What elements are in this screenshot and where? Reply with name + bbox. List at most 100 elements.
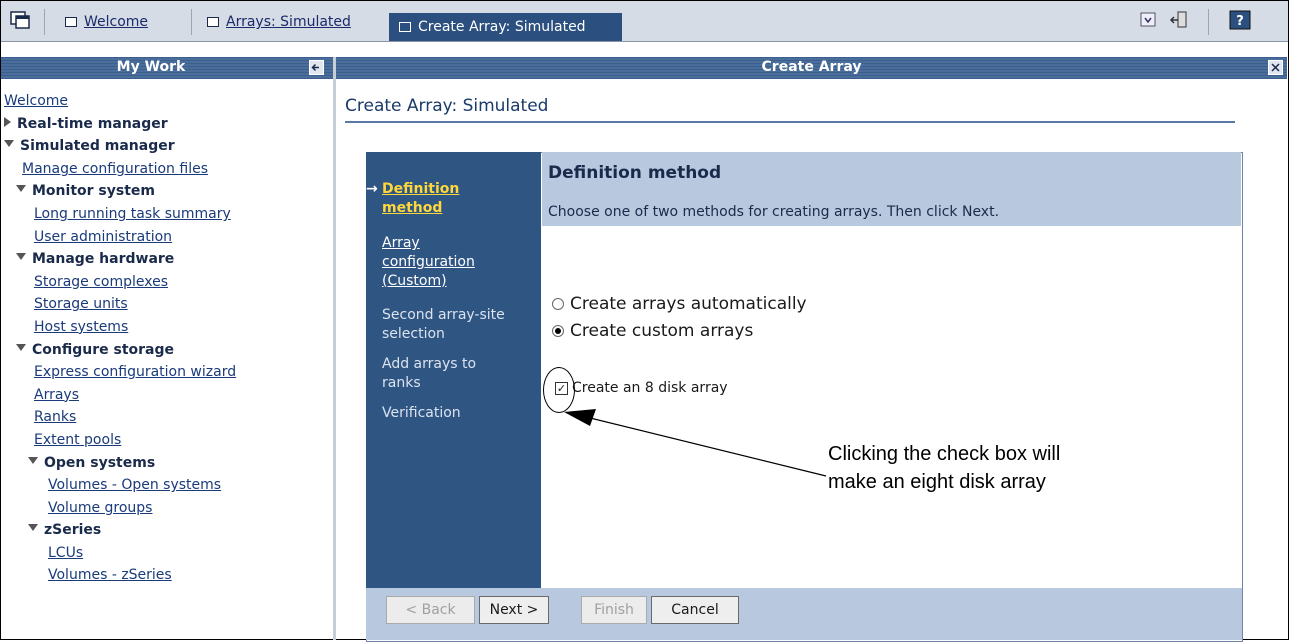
nav-link-volumes-open[interactable]: Volumes - Open systems (48, 477, 221, 493)
collapse-tree-icon[interactable] (28, 524, 38, 532)
nav-link-welcome[interactable]: Welcome (4, 93, 68, 109)
nav-link-storage-complexes[interactable]: Storage complexes (34, 274, 168, 290)
collapse-tree-icon[interactable] (16, 343, 26, 351)
nav-label-monitor[interactable]: Monitor system (32, 183, 155, 199)
nav-link-host-systems[interactable]: Host systems (34, 319, 128, 335)
step-definition-method[interactable]: → Definition method (366, 180, 522, 218)
radio-create-custom[interactable]: Create custom arrays (552, 321, 753, 341)
nav-link-storage-units[interactable]: Storage units (34, 296, 128, 312)
my-work-nav: Welcome Real-time manager Simulated mana… (4, 90, 329, 587)
nav-link-long-running[interactable]: Long running task summary (34, 206, 231, 222)
nav-item-manage-hw[interactable]: Manage hardware (4, 248, 329, 271)
page-icon (65, 17, 77, 27)
nav-item-user-admin[interactable]: User administration (4, 226, 329, 249)
portlet-icon[interactable] (1138, 10, 1160, 30)
nav-item-express-wizard[interactable]: Express configuration wizard (4, 361, 329, 384)
tab-arrays-simulated[interactable]: Arrays: Simulated (207, 5, 351, 39)
nav-link-lcus[interactable]: LCUs (48, 545, 83, 561)
create-array-title: Create Array (761, 59, 862, 75)
checkbox-8-disk-array[interactable]: ✓ Create an 8 disk array (555, 380, 728, 396)
nav-link-volumes-zseries[interactable]: Volumes - zSeries (48, 567, 172, 583)
page-icon (399, 22, 411, 32)
nav-item-monitor[interactable]: Monitor system (4, 180, 329, 203)
step-verification: Verification (382, 405, 461, 421)
nav-link-user-admin[interactable]: User administration (34, 229, 172, 245)
nav-item-volume-groups[interactable]: Volume groups (4, 497, 329, 520)
nav-link-extent-pools[interactable]: Extent pools (34, 432, 121, 448)
tab-separator (191, 9, 192, 35)
back-button[interactable]: < Back (386, 596, 475, 624)
step-array-configuration-link[interactable]: Array configuration (Custom) (382, 235, 475, 289)
nav-item-welcome[interactable]: Welcome (4, 90, 329, 113)
nav-item-configure-storage[interactable]: Configure storage (4, 339, 329, 362)
logout-icon[interactable] (1169, 10, 1191, 30)
expand-icon[interactable] (4, 116, 11, 127)
nav-label-manage-hw[interactable]: Manage hardware (32, 251, 174, 267)
wizard-steps: → Definition method Array configuration … (366, 152, 541, 588)
radio-button[interactable] (552, 298, 564, 310)
nav-item-simulated[interactable]: Simulated manager (4, 135, 329, 158)
tab-bar: Welcome Arrays: Simulated Create Array: … (1, 1, 1288, 42)
nav-item-open-systems[interactable]: Open systems (4, 452, 329, 475)
page-icon (207, 17, 219, 27)
callout-annotation: Clicking the check box will make an eigh… (828, 440, 1060, 496)
nav-link-arrays[interactable]: Arrays (34, 387, 79, 403)
nav-item-lcus[interactable]: LCUs (4, 542, 329, 565)
collapse-tree-icon[interactable] (4, 140, 14, 148)
nav-item-host-systems[interactable]: Host systems (4, 316, 329, 339)
nav-item-arrays[interactable]: Arrays (4, 384, 329, 407)
step-definition-method-link[interactable]: Definition method (382, 181, 459, 216)
nav-label-realtime[interactable]: Real-time manager (17, 116, 168, 132)
step-second-array-site: Second array-site selection (382, 307, 505, 342)
nav-link-volume-groups[interactable]: Volume groups (48, 500, 152, 516)
radio-create-automatically-label: Create arrays automatically (570, 294, 807, 314)
step-add-arrays-to-ranks: Add arrays to ranks (382, 356, 477, 391)
window-icon[interactable] (9, 10, 31, 30)
tab-arrays-simulated-label[interactable]: Arrays: Simulated (226, 14, 351, 30)
finish-button[interactable]: Finish (581, 596, 647, 624)
tab-welcome-label[interactable]: Welcome (84, 14, 148, 30)
nav-link-express-wizard[interactable]: Express configuration wizard (34, 364, 236, 380)
radio-create-custom-label: Create custom arrays (570, 321, 754, 341)
nav-link-ranks[interactable]: Ranks (34, 409, 76, 425)
nav-item-storage-complexes[interactable]: Storage complexes (4, 271, 329, 294)
collapse-icon[interactable] (309, 60, 324, 75)
nav-item-ranks[interactable]: Ranks (4, 406, 329, 429)
my-work-header: My Work (1, 57, 333, 79)
nav-item-long-running[interactable]: Long running task summary (4, 203, 329, 226)
section-title: Definition method (548, 163, 722, 183)
nav-label-zseries[interactable]: zSeries (44, 522, 101, 538)
next-button[interactable]: Next > (479, 596, 549, 624)
step-array-configuration[interactable]: Array configuration (Custom) (382, 234, 517, 291)
current-step-arrow-icon: → (366, 181, 378, 197)
collapse-tree-icon[interactable] (16, 185, 26, 193)
title-rule (345, 121, 1235, 123)
close-icon[interactable] (1268, 60, 1283, 75)
nav-link-manage-config[interactable]: Manage configuration files (22, 161, 208, 177)
nav-item-storage-units[interactable]: Storage units (4, 293, 329, 316)
nav-label-open-systems[interactable]: Open systems (44, 455, 155, 471)
tab-welcome[interactable]: Welcome (65, 5, 148, 39)
section-description: Choose one of two methods for creating a… (548, 204, 1000, 220)
radio-create-automatically[interactable]: Create arrays automatically (552, 294, 807, 314)
nav-item-zseries[interactable]: zSeries (4, 519, 329, 542)
callout-line-2: make an eight disk array (828, 471, 1046, 493)
panel-divider[interactable] (333, 57, 336, 640)
nav-item-manage-config[interactable]: Manage configuration files (4, 158, 329, 181)
nav-item-volumes-zseries[interactable]: Volumes - zSeries (4, 564, 329, 587)
tab-separator (1208, 9, 1209, 35)
tab-create-array-label: Create Array: Simulated (418, 19, 586, 35)
nav-item-volumes-open[interactable]: Volumes - Open systems (4, 474, 329, 497)
collapse-tree-icon[interactable] (28, 456, 38, 464)
nav-item-realtime[interactable]: Real-time manager (4, 113, 329, 136)
cancel-button[interactable]: Cancel (651, 596, 739, 624)
nav-item-extent-pools[interactable]: Extent pools (4, 429, 329, 452)
nav-label-configure-storage[interactable]: Configure storage (32, 342, 174, 358)
nav-label-simulated[interactable]: Simulated manager (20, 138, 175, 154)
radio-button-selected[interactable] (552, 325, 564, 337)
help-icon[interactable]: ? (1229, 10, 1251, 30)
page-title: Create Array: Simulated (345, 96, 549, 116)
tab-create-array[interactable]: Create Array: Simulated (389, 13, 622, 41)
callout-arrow (564, 409, 827, 477)
collapse-tree-icon[interactable] (16, 253, 26, 261)
